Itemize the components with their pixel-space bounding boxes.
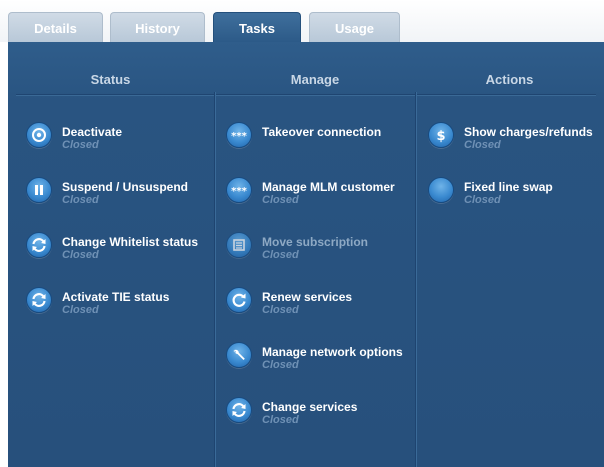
status-column-header: Status [90, 72, 131, 87]
task-status: Closed [62, 304, 99, 316]
task-title: Renew services [262, 290, 353, 304]
task-title: Suspend / Unsuspend [62, 180, 189, 194]
task-status: Closed [62, 139, 99, 151]
task-status: Closed [262, 194, 299, 206]
svg-text:***: *** [231, 131, 247, 142]
tab-bar: Details History Tasks Usage [0, 0, 604, 42]
blank-icon [428, 177, 454, 203]
refresh-icon [26, 287, 52, 313]
task-title: Change Whitelist status [62, 235, 199, 249]
task-title: Activate TIE status [62, 290, 170, 304]
tasks-panel: Status Manage Actions Deactivate Closed … [8, 42, 604, 467]
task-status: Closed [262, 249, 299, 261]
svg-text:***: *** [231, 186, 247, 197]
svg-text:$: $ [436, 129, 445, 144]
tab-usage[interactable]: Usage [309, 12, 400, 42]
pause-icon [26, 177, 52, 203]
tab-tasks[interactable]: Tasks [213, 12, 301, 42]
refresh-icon [26, 232, 52, 258]
wrench-icon [226, 342, 252, 368]
task-status: Closed [262, 359, 299, 371]
refresh-icon [226, 397, 252, 423]
list-icon [226, 232, 252, 258]
task-status: Closed [464, 194, 501, 206]
task-title: Show charges/refunds [464, 125, 593, 139]
task-status: Closed [262, 414, 299, 426]
power-icon [26, 122, 52, 148]
stars-icon: *** [226, 177, 252, 203]
task-title: Change services [262, 400, 358, 414]
task-title: Takeover connection [262, 125, 382, 139]
task-status: Closed [464, 139, 501, 151]
header-separator [16, 94, 596, 96]
task-status: Closed [262, 304, 299, 316]
dollar-icon: $ [428, 122, 454, 148]
manage-column-header: Manage [290, 72, 340, 87]
stars-icon: *** [226, 122, 252, 148]
task-title: Deactivate [62, 125, 123, 139]
column-divider [214, 92, 216, 467]
task-title: Manage network options [262, 345, 403, 359]
task-title: Move subscription [262, 235, 369, 249]
task-title: Fixed line swap [464, 180, 553, 194]
task-status: Closed [62, 194, 99, 206]
task-title: Manage MLM customer [262, 180, 395, 194]
renew-icon [226, 287, 252, 313]
tab-details[interactable]: Details [8, 12, 103, 42]
tab-history[interactable]: History [110, 12, 205, 42]
task-status: Closed [62, 249, 99, 261]
actions-column-header: Actions [485, 72, 534, 87]
column-divider [415, 92, 417, 467]
